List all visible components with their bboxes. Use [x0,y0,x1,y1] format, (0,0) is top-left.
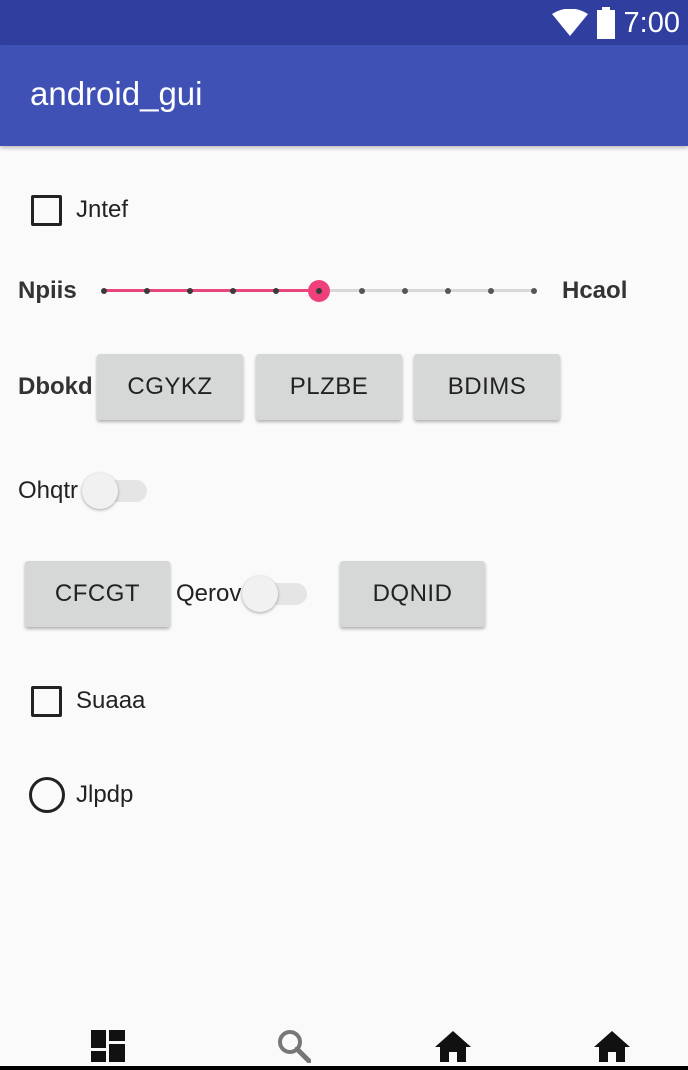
switch-ohqtr-thumb[interactable] [82,473,118,509]
slider-thumb[interactable] [308,279,330,302]
nav-dashboard[interactable] [88,1026,128,1066]
button-cgykz[interactable]: CGYKZ [97,354,243,420]
slider-fill [104,289,319,292]
battery-icon [596,7,615,39]
bottom-navigation [0,1026,688,1066]
slider-tick [445,287,451,294]
dashboard-icon [91,1030,125,1062]
checkbox-suaaa-label[interactable]: Suaaa [76,686,145,716]
radio-jlpdp[interactable] [29,777,65,813]
button-cfcgt[interactable]: CFCGT [25,561,170,627]
nav-home-1[interactable] [433,1026,473,1066]
slider-tick [187,287,193,294]
home-icon [435,1031,471,1062]
button-row-label: Dbokd [18,373,93,400]
slider-tick [488,287,494,294]
switch-ohqtr-label: Ohqtr [18,477,79,504]
slider-tick [359,287,365,294]
bottom-edge [0,1066,688,1070]
slider-tick [101,287,107,294]
switch-qerov-label: Qerov [176,580,242,607]
content-area: Jntef Npiis Hcaol Dbokd CGYKZ PLZBE BDIM… [0,146,688,1036]
slider-thumb-dot [316,287,322,294]
status-bar: 7:00 [0,0,688,45]
button-bdims[interactable]: BDIMS [414,354,560,420]
slider-tick [230,287,236,294]
wifi-icon [551,9,588,36]
search-icon [278,1030,311,1063]
slider-tick [531,287,537,294]
status-time: 7:00 [623,6,680,39]
slider-tick [144,287,150,294]
slider-left-label: Npiis [18,277,77,304]
button-dqnid[interactable]: DQNID [340,561,485,627]
app-bar: android_gui [0,45,688,146]
slider-right-label: Hcaol [562,277,628,304]
status-icons: 7:00 [551,6,680,40]
radio-jlpdp-label[interactable]: Jlpdp [76,780,133,810]
checkbox-suaaa[interactable] [31,686,62,717]
checkbox-jntef[interactable] [31,195,62,226]
slider-tick [273,287,279,294]
home-icon [594,1031,630,1062]
switch-qerov-thumb[interactable] [242,576,278,612]
checkbox-jntef-label[interactable]: Jntef [76,195,128,225]
nav-search[interactable] [274,1026,314,1066]
button-plzbe[interactable]: PLZBE [256,354,402,420]
nav-home-2[interactable] [592,1026,632,1066]
slider-tick [402,287,408,294]
app-title: android_gui [30,75,203,112]
